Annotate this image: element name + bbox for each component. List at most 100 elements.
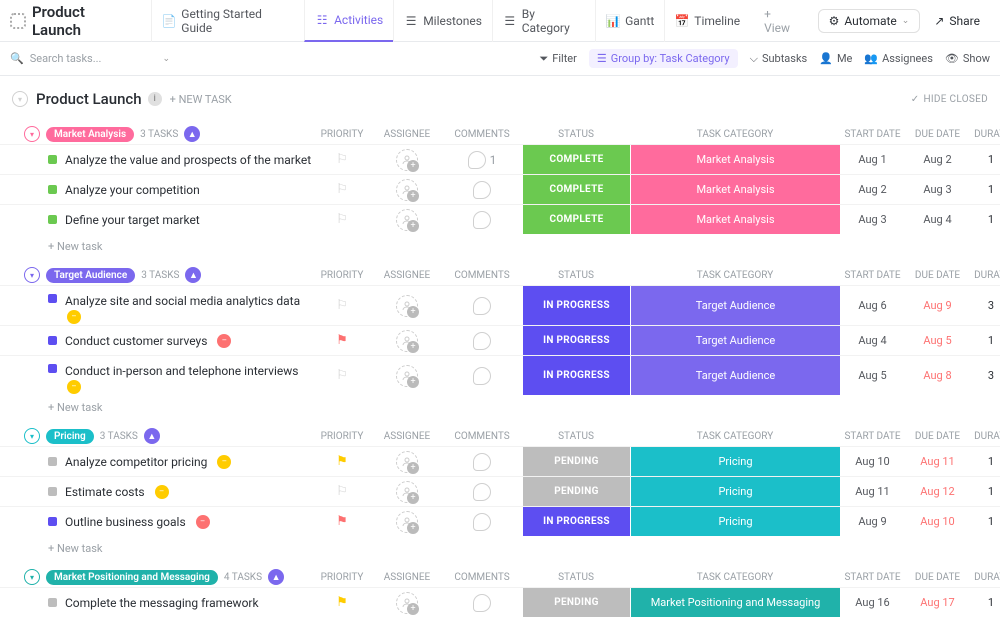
new-task-row[interactable]: + New task xyxy=(0,234,1000,253)
status-cell[interactable]: COMPLETE xyxy=(522,145,630,174)
col-duration[interactable]: DURATI xyxy=(970,270,1000,281)
status-square-icon[interactable] xyxy=(48,294,57,303)
start-date[interactable]: Aug 3 xyxy=(840,213,905,226)
due-date[interactable]: Aug 17 xyxy=(905,596,970,609)
tab-getting-started[interactable]: 📄Getting Started Guide xyxy=(151,0,304,42)
task-row[interactable]: Conduct customer surveys– ⚑ IN PROGRESS … xyxy=(0,325,1000,355)
subtasks-button[interactable]: ⌵Subtasks xyxy=(750,52,808,66)
start-date[interactable]: Aug 11 xyxy=(840,485,905,498)
status-cell[interactable]: COMPLETE xyxy=(522,205,630,234)
category-cell[interactable]: Market Analysis xyxy=(630,145,840,174)
assignee-add-button[interactable] xyxy=(396,295,418,317)
tab-gantt[interactable]: 📊Gantt xyxy=(595,0,664,42)
tab-by-category[interactable]: ☰By Category xyxy=(492,0,595,42)
priority-flag-icon[interactable]: ⚐ xyxy=(336,298,348,313)
collapse-all-icon[interactable]: ▾ xyxy=(12,91,28,107)
assignee-add-button[interactable] xyxy=(396,330,418,352)
col-start-date[interactable]: START DATE xyxy=(840,270,905,281)
priority-flag-icon[interactable]: ⚑ xyxy=(336,333,348,348)
due-date[interactable]: Aug 5 xyxy=(905,334,970,347)
category-cell[interactable]: Target Audience xyxy=(630,286,840,325)
assignee-add-button[interactable] xyxy=(396,365,418,387)
priority-flag-icon[interactable]: ⚐ xyxy=(336,212,348,227)
col-comments[interactable]: COMMENTS xyxy=(442,431,522,442)
task-row[interactable]: Analyze competitor pricing– ⚑ PENDING Pr… xyxy=(0,446,1000,476)
priority-flag-icon[interactable]: ⚑ xyxy=(336,514,348,529)
assignee-add-button[interactable] xyxy=(396,511,418,533)
col-assignee[interactable]: ASSIGNEE xyxy=(372,431,442,442)
category-cell[interactable]: Market Positioning and Messaging xyxy=(630,588,840,617)
status-cell[interactable]: PENDING xyxy=(522,588,630,617)
status-square-icon[interactable] xyxy=(48,364,57,373)
status-cell[interactable]: PENDING xyxy=(522,447,630,476)
new-task-row[interactable]: + New task xyxy=(0,536,1000,555)
col-priority[interactable]: PRIORITY xyxy=(312,431,372,442)
status-square-icon[interactable] xyxy=(48,185,57,194)
hide-closed-button[interactable]: ✓ HIDE CLOSED xyxy=(911,94,988,105)
start-date[interactable]: Aug 1 xyxy=(840,153,905,166)
sort-badge[interactable]: ▲ xyxy=(144,428,160,444)
col-start-date[interactable]: START DATE xyxy=(840,129,905,140)
start-date[interactable]: Aug 9 xyxy=(840,515,905,528)
comment-icon[interactable] xyxy=(473,181,491,199)
caret-down-icon[interactable]: ▾ xyxy=(24,569,40,585)
caret-down-icon[interactable]: ▾ xyxy=(24,267,40,283)
priority-flag-icon[interactable]: ⚑ xyxy=(336,595,348,610)
status-square-icon[interactable] xyxy=(48,457,57,466)
tab-timeline[interactable]: 📅Timeline xyxy=(664,0,750,42)
category-cell[interactable]: Pricing xyxy=(630,447,840,476)
group-chip[interactable]: Pricing xyxy=(46,429,94,444)
group-chip[interactable]: Market Analysis xyxy=(46,127,134,142)
col-duration[interactable]: DURATI xyxy=(970,129,1000,140)
col-due-date[interactable]: DUE DATE xyxy=(905,431,970,442)
status-square-icon[interactable] xyxy=(48,155,57,164)
status-square-icon[interactable] xyxy=(48,215,57,224)
status-cell[interactable]: IN PROGRESS xyxy=(522,507,630,536)
col-comments[interactable]: COMMENTS xyxy=(442,270,522,281)
assignee-add-button[interactable] xyxy=(396,179,418,201)
start-date[interactable]: Aug 4 xyxy=(840,334,905,347)
start-date[interactable]: Aug 5 xyxy=(840,369,905,382)
col-comments[interactable]: COMMENTS xyxy=(442,129,522,140)
search-input[interactable]: 🔍 Search tasks... ⌄ xyxy=(10,52,170,65)
status-cell[interactable]: IN PROGRESS xyxy=(522,326,630,355)
new-task-button[interactable]: + NEW TASK xyxy=(170,93,232,106)
info-icon[interactable]: i xyxy=(148,92,162,106)
priority-flag-icon[interactable]: ⚐ xyxy=(336,484,348,499)
assignee-add-button[interactable] xyxy=(396,209,418,231)
show-button[interactable]: 👁Show xyxy=(945,52,990,65)
col-priority[interactable]: PRIORITY xyxy=(312,572,372,583)
col-start-date[interactable]: START DATE xyxy=(840,431,905,442)
category-cell[interactable]: Target Audience xyxy=(630,326,840,355)
task-row[interactable]: Estimate costs– ⚐ PENDING Pricing Aug 11… xyxy=(0,476,1000,506)
due-date[interactable]: Aug 3 xyxy=(905,183,970,196)
group-by-button[interactable]: ☰Group by: Task Category xyxy=(589,49,738,68)
category-cell[interactable]: Target Audience xyxy=(630,356,840,395)
task-row[interactable]: Outline business goals– ⚑ IN PROGRESS Pr… xyxy=(0,506,1000,536)
caret-down-icon[interactable]: ▾ xyxy=(24,126,40,142)
sort-badge[interactable]: ▲ xyxy=(184,126,200,142)
category-cell[interactable]: Market Analysis xyxy=(630,175,840,204)
col-due-date[interactable]: DUE DATE xyxy=(905,129,970,140)
group-chip[interactable]: Target Audience xyxy=(46,268,135,283)
task-row[interactable]: Define your target market ⚐ COMPLETE Mar… xyxy=(0,204,1000,234)
tab-milestones[interactable]: ☰Milestones xyxy=(393,0,492,42)
assignee-add-button[interactable] xyxy=(396,481,418,503)
priority-flag-icon[interactable]: ⚑ xyxy=(336,454,348,469)
col-task-category[interactable]: TASK CATEGORY xyxy=(630,270,840,281)
priority-flag-icon[interactable]: ⚐ xyxy=(336,182,348,197)
category-cell[interactable]: Pricing xyxy=(630,477,840,506)
col-task-category[interactable]: TASK CATEGORY xyxy=(630,431,840,442)
col-priority[interactable]: PRIORITY xyxy=(312,129,372,140)
comment-icon[interactable] xyxy=(473,211,491,229)
priority-flag-icon[interactable]: ⚐ xyxy=(336,152,348,167)
task-row[interactable]: Analyze the value and prospects of the m… xyxy=(0,144,1000,174)
col-status[interactable]: STATUS xyxy=(522,572,630,583)
col-comments[interactable]: COMMENTS xyxy=(442,572,522,583)
due-date[interactable]: Aug 9 xyxy=(905,299,970,312)
filter-button[interactable]: ⏷Filter xyxy=(539,52,576,66)
col-duration[interactable]: DURATI xyxy=(970,431,1000,442)
start-date[interactable]: Aug 6 xyxy=(840,299,905,312)
assignee-add-button[interactable] xyxy=(396,149,418,171)
status-cell[interactable]: IN PROGRESS xyxy=(522,286,630,325)
